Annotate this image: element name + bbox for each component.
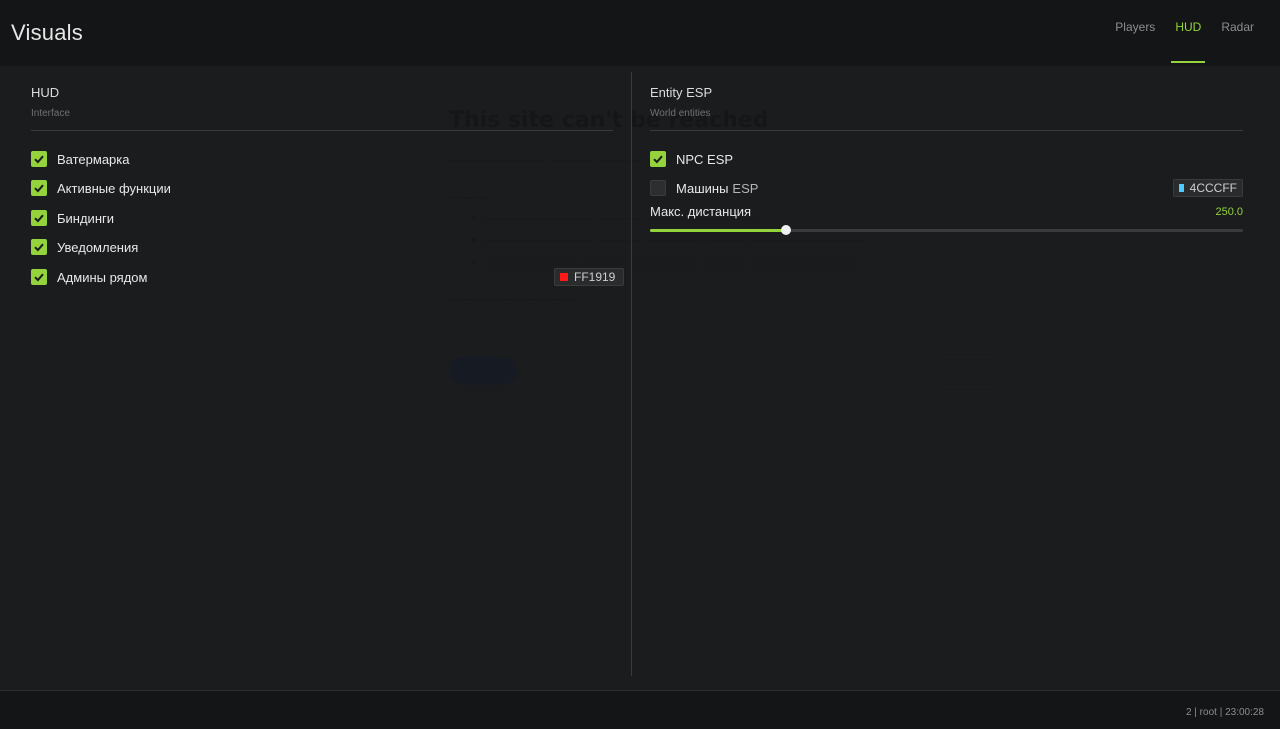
max-distance-slider[interactable] [650,225,1243,235]
tab-label: Radar [1221,20,1254,34]
checkbox-unchecked[interactable] [650,180,666,196]
checkbox-checked[interactable] [31,210,47,226]
color-hex: FF1919 [574,270,616,284]
section-title: Entity ESP [650,85,713,100]
ghost-button [449,357,517,385]
section-divider [650,130,1243,131]
check-icon [34,155,44,164]
ghost-text: • ——————— ———————— ——— ———————— [470,256,861,272]
check-icon [34,214,44,223]
slider-value: 250.0 [1215,206,1243,218]
checkbox-label: Машины [676,180,729,196]
tab-hud[interactable]: HUD [1165,0,1211,66]
background-page-ghost: This site can't be reached ——————— ——— —… [0,0,1280,728]
section-divider [31,130,613,131]
checkbox-row-watermark[interactable]: Ватермарка [31,150,129,168]
slider-thumb[interactable] [781,225,792,235]
slider-fill [650,229,787,232]
checkbox-row-vehicles-esp[interactable]: Машины ESP [650,179,758,197]
check-icon [34,243,44,252]
check-icon [34,273,44,282]
checkbox-label: Уведомления [57,239,139,255]
checkbox-row-notifications[interactable]: Уведомления [31,238,138,256]
checkbox-label: Биндинги [57,210,115,226]
admin-color-picker[interactable]: FF1919 [554,268,624,286]
tab-label: Players [1115,20,1156,34]
checkbox-row-admins-nearby[interactable]: Админы рядом [31,268,147,286]
column-divider [631,72,632,676]
tab-bar: Players HUD Radar [1105,0,1264,66]
app-title: Visuals [11,20,83,45]
check-icon [34,184,44,193]
checkbox-row-npc-esp[interactable]: NPC ESP [650,150,733,168]
tab-label: HUD [1175,20,1202,34]
checkbox-row-bindings[interactable]: Биндинги [31,209,114,227]
active-tab-indicator [1171,61,1206,63]
ghost-text: ——— ——————— [449,292,573,306]
checkbox-checked[interactable] [31,269,47,285]
slider-label: Макс. дистанция [650,204,752,219]
status-text: 2 | root | 23:00:28 [1185,707,1264,718]
section-subtitle: World entities [650,108,711,119]
color-chip [1179,184,1184,192]
checkbox-label: Активные функции [57,180,171,196]
checkbox-label: Админы рядом [57,269,148,285]
tab-players[interactable]: Players [1105,0,1165,66]
header-bar: Visuals Players HUD Radar [0,0,1280,66]
ghost-text: ——— [449,190,488,205]
vehicle-color-picker[interactable]: 4CCCFF [1173,179,1243,197]
checkbox-label: Ватермарка [57,151,130,167]
ghost-text: • ———————— ——— ———— ——— ———————— [470,233,865,249]
footer-bar: 2 | root | 23:00:28 [0,690,1280,729]
checkbox-row-active-functions[interactable]: Активные функции [31,179,171,197]
checkbox-checked[interactable] [31,239,47,255]
tab-radar[interactable]: Radar [1211,0,1264,66]
color-chip [560,273,568,281]
section-subtitle: Interface [31,108,70,119]
color-hex: 4CCCFF [1189,181,1237,195]
checkbox-checked[interactable] [31,180,47,196]
ghost-button [933,357,1003,387]
checkbox-checked[interactable] [650,151,666,167]
checkbox-label: NPC ESP [676,151,734,167]
checkbox-checked[interactable] [31,151,47,167]
check-icon [653,155,663,164]
checkbox-label-suffix: ESP [732,180,759,196]
section-title: HUD [31,85,60,100]
